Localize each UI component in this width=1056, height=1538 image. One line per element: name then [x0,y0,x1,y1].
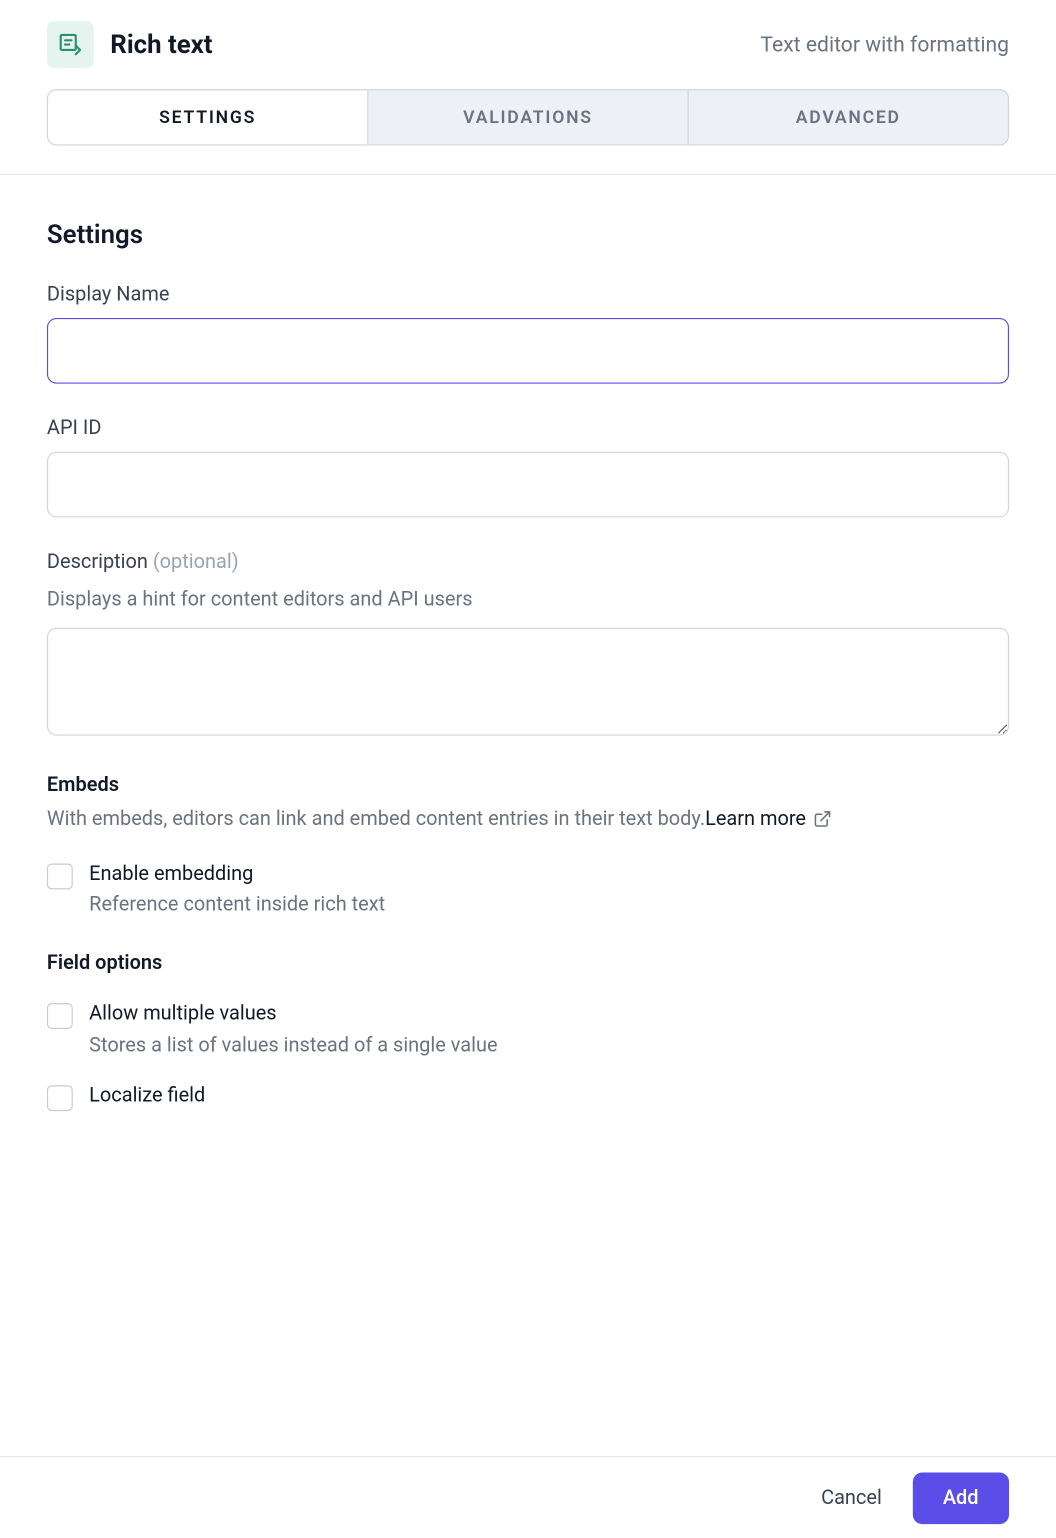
field-options-heading: Field options [47,952,1009,975]
api-id-field: API ID [47,417,1009,518]
header-divider [0,174,1056,175]
dialog-footer: Cancel Add [0,1456,1056,1538]
api-id-input[interactable] [47,452,1009,518]
display-name-input[interactable] [47,318,1009,384]
allow-multiple-labels: Allow multiple values Stores a list of v… [89,1001,497,1057]
enable-embedding-labels: Enable embedding Reference content insid… [89,861,385,917]
description-field: Description (optional) Displays a hint f… [47,550,1009,739]
enable-embedding-label: Enable embedding [89,861,385,889]
allow-multiple-checkbox[interactable] [47,1004,73,1030]
localize-labels: Localize field [89,1083,205,1111]
header-left: Rich text [47,21,213,68]
add-button[interactable]: Add [912,1472,1009,1524]
tabs: Settings Validations Advanced [47,89,1009,145]
rich-text-icon [47,21,94,68]
embeds-heading: Embeds [47,773,1009,796]
localize-checkbox[interactable] [47,1086,73,1112]
enable-embedding-sub: Reference content inside rich text [89,893,385,916]
settings-scroll[interactable]: Settings Display Name API ID Description… [0,183,1056,1456]
embeds-desc-text: With embeds, editors can link and embed … [47,807,705,830]
tab-advanced[interactable]: Advanced [689,90,1008,144]
field-options-section: Field options Allow multiple values Stor… [47,952,1009,1111]
tab-settings[interactable]: Settings [48,90,368,144]
description-optional: (optional) [153,550,239,573]
display-name-field: Display Name [47,283,1009,384]
field-type-title: Rich text [110,30,212,59]
display-name-label: Display Name [47,283,1009,306]
allow-multiple-row: Allow multiple values Stores a list of v… [47,1001,1009,1057]
dialog-header: Rich text Text editor with formatting [0,0,1056,89]
cancel-button[interactable]: Cancel [821,1486,882,1509]
localize-row: Localize field [47,1083,1009,1111]
embeds-description: With embeds, editors can link and embed … [47,803,1009,835]
localize-label: Localize field [89,1083,205,1111]
field-type-subtitle: Text editor with formatting [760,32,1009,57]
description-label-text: Description [47,550,148,573]
api-id-label: API ID [47,417,1009,440]
allow-multiple-label: Allow multiple values [89,1001,497,1029]
enable-embedding-checkbox[interactable] [47,863,73,889]
enable-embedding-row: Enable embedding Reference content insid… [47,861,1009,917]
learn-more-text: Learn more [705,803,806,835]
allow-multiple-sub: Stores a list of values instead of a sin… [89,1034,497,1057]
tab-validations[interactable]: Validations [368,90,688,144]
external-link-icon [813,810,832,829]
description-input[interactable] [47,627,1009,735]
description-label: Description (optional) [47,550,1009,573]
embeds-section: Embeds With embeds, editors can link and… [47,773,1009,917]
description-hint: Displays a hint for content editors and … [47,585,1009,615]
learn-more-link[interactable]: Learn more [705,803,832,835]
settings-heading: Settings [47,221,1009,250]
